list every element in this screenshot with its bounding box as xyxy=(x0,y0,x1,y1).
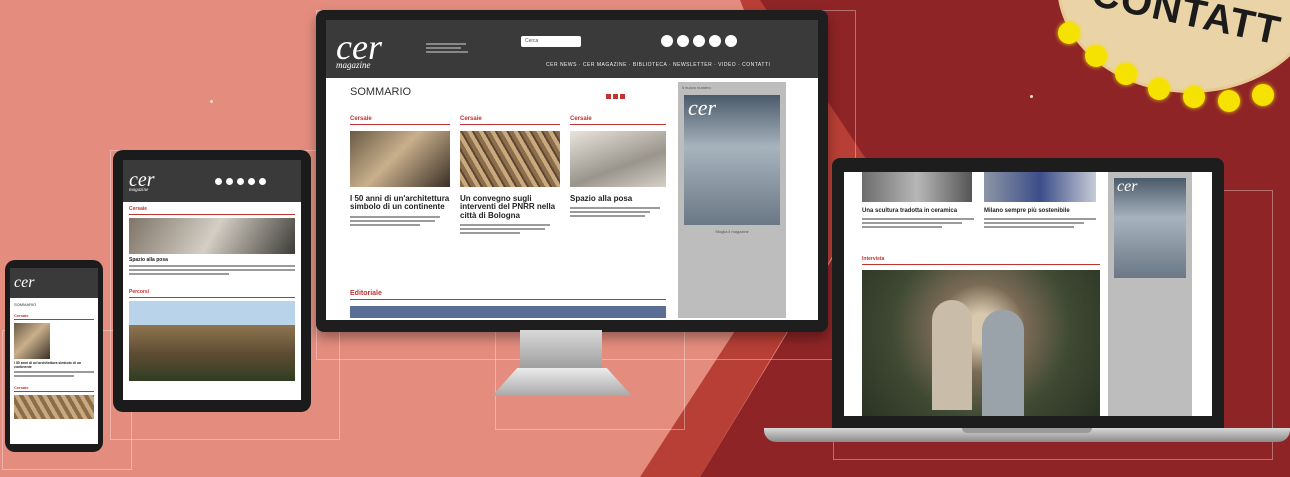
facebook-icon[interactable] xyxy=(661,35,673,47)
editorial-section: Editoriale xyxy=(350,290,666,318)
light-bulb-icon xyxy=(1148,78,1170,100)
decor-dot xyxy=(1030,95,1033,98)
instagram-icon[interactable] xyxy=(693,35,705,47)
phone-content: SOMMARIO Cersaie I 50 anni di un'archite… xyxy=(10,298,98,423)
laptop-notch xyxy=(962,428,1092,433)
article-image[interactable] xyxy=(14,323,50,359)
laptop: Una scultura tradotta in ceramica Milano… xyxy=(832,158,1224,428)
sidebar: Il nuovo numero cer Sfoglia il magazine xyxy=(678,82,786,318)
site-logo[interactable]: cer magazine xyxy=(129,170,155,193)
magazine-cover[interactable]: cer xyxy=(684,95,780,225)
light-bulb-icon xyxy=(1115,63,1137,85)
header-links xyxy=(426,43,476,55)
instagram-icon[interactable] xyxy=(237,178,244,185)
desktop-screen: cer magazine Cerca CER NEWS · CER MAGAZI… xyxy=(326,20,818,320)
light-bulb-icon xyxy=(1218,90,1240,112)
twitter-icon[interactable] xyxy=(226,178,233,185)
smartphone: cer SOMMARIO Cersaie I 50 anni di un'arc… xyxy=(5,260,103,452)
linkedin-icon[interactable] xyxy=(259,178,266,185)
youtube-icon[interactable] xyxy=(709,35,721,47)
site-header: cer magazine Cerca CER NEWS · CER MAGAZI… xyxy=(326,20,818,78)
social-icons xyxy=(661,34,741,52)
twitter-icon[interactable] xyxy=(677,35,689,47)
article-image[interactable] xyxy=(984,172,1096,202)
tablet-screen: cer magazine Cersaie Spazio alla posa Pe… xyxy=(123,160,301,400)
monitor-stand xyxy=(520,330,602,370)
site-logo[interactable]: cer xyxy=(14,275,34,291)
article-card[interactable]: Cersaie Spazio alla posa xyxy=(570,116,666,219)
article-image[interactable] xyxy=(350,131,450,187)
light-bulb-icon xyxy=(1183,86,1205,108)
facebook-icon[interactable] xyxy=(215,178,222,185)
main-nav[interactable]: CER NEWS · CER MAGAZINE · BIBLIOTECA · N… xyxy=(546,62,770,68)
article-image[interactable] xyxy=(862,172,972,202)
light-bulb-icon xyxy=(1085,45,1107,67)
laptop-screen: Una scultura tradotta in ceramica Milano… xyxy=(844,172,1212,416)
youtube-icon[interactable] xyxy=(248,178,255,185)
light-bulb-icon xyxy=(1252,84,1274,106)
article-image[interactable] xyxy=(129,301,295,382)
search-input[interactable]: Cerca xyxy=(521,36,581,47)
article-image[interactable] xyxy=(14,395,94,420)
interview-section: Intervista xyxy=(862,256,1100,265)
phone-screen: cer SOMMARIO Cersaie I 50 anni di un'arc… xyxy=(10,268,98,444)
page-title: SOMMARIO xyxy=(350,86,412,98)
site-header: cer magazine xyxy=(123,160,301,202)
interview-photo[interactable] xyxy=(862,270,1100,416)
tablet-content: Cersaie Spazio alla posa Percorsi xyxy=(123,202,301,385)
article-card[interactable]: Cersaie I 50 anni di un'architettura sim… xyxy=(350,116,450,228)
magazine-cover[interactable]: cer xyxy=(1114,178,1186,278)
article-image[interactable] xyxy=(129,218,295,254)
desktop-content: SOMMARIO Cersaie I 50 anni di un'archite… xyxy=(326,78,818,320)
article-image[interactable] xyxy=(460,131,560,187)
site-header: cer xyxy=(10,268,98,298)
sidebar: cer xyxy=(1108,172,1192,416)
decor-dot xyxy=(210,100,213,103)
article-card[interactable]: Cersaie Un convegno sugli interventi del… xyxy=(460,116,560,236)
site-logo[interactable]: cer magazine xyxy=(336,29,406,70)
social-icons xyxy=(215,172,270,190)
light-bulb-icon xyxy=(1058,22,1080,44)
article-image[interactable] xyxy=(570,131,666,187)
desktop-monitor: cer magazine Cerca CER NEWS · CER MAGAZI… xyxy=(316,10,828,332)
tablet: cer magazine Cersaie Spazio alla posa Pe… xyxy=(113,150,311,412)
share-icons xyxy=(606,86,625,104)
linkedin-icon[interactable] xyxy=(725,35,737,47)
